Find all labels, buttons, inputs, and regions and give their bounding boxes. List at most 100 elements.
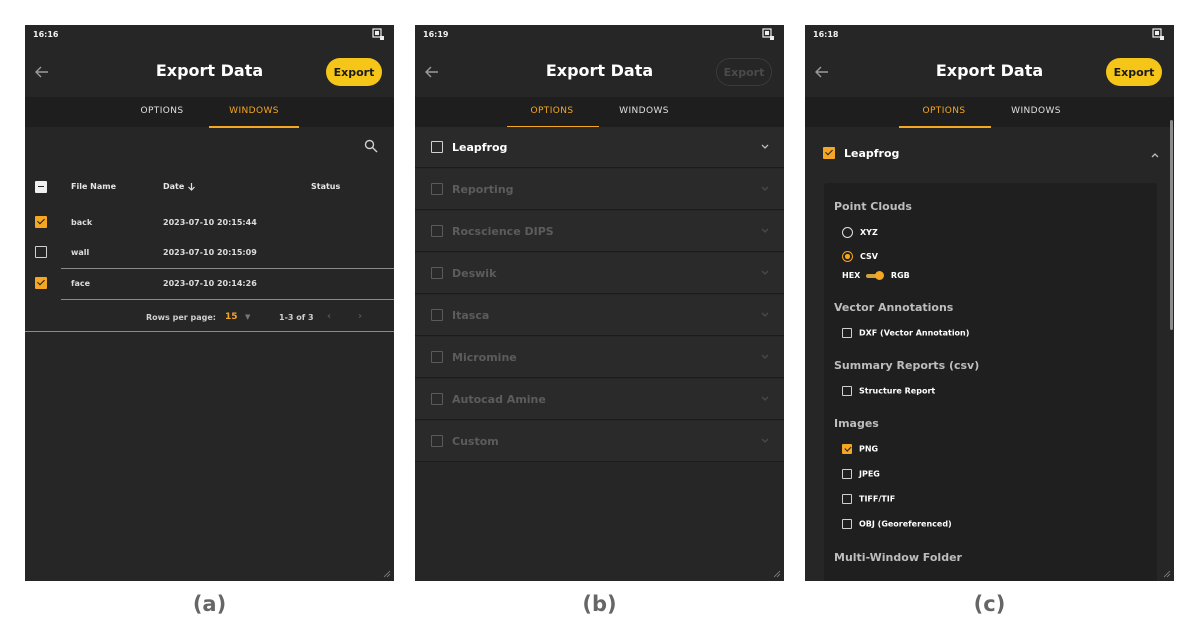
checkbox-jpeg[interactable]: JPEG: [842, 469, 880, 483]
accordion-label: Custom: [452, 435, 499, 448]
autocad-amine-checkbox[interactable]: [431, 393, 443, 405]
checkbox[interactable]: [842, 469, 852, 479]
option-label: DXF (Vector Annotation): [859, 328, 970, 338]
chevron-down-icon[interactable]: ▼: [245, 313, 250, 321]
screenshot-icon: [372, 28, 384, 40]
option-label: OBJ (Georeferenced): [859, 519, 952, 529]
chevron-up-icon[interactable]: [1150, 151, 1160, 159]
header-status[interactable]: Status: [311, 182, 340, 191]
resize-handle-icon[interactable]: [383, 570, 391, 578]
tab-bar: OPTIONS WINDOWS: [415, 97, 784, 128]
row-checkbox[interactable]: [35, 277, 47, 289]
rows-per-page-label: Rows per page:: [146, 313, 216, 322]
color-format-toggle[interactable]: [866, 271, 885, 280]
section-title-point-clouds: Point Clouds: [834, 200, 912, 213]
micromine-checkbox[interactable]: [431, 351, 443, 363]
header-date-label: Date: [163, 182, 185, 191]
chevron-down-icon[interactable]: [760, 437, 770, 445]
pagination-divider: [25, 331, 394, 332]
accordion-autocad-amine[interactable]: Autocad Amine: [415, 379, 784, 420]
accordion-leapfrog[interactable]: Leapfrog: [805, 132, 1174, 174]
radio-xyz[interactable]: XYZ: [842, 227, 878, 241]
option-label: TIFF/TIF: [859, 494, 896, 504]
radio-csv[interactable]: CSV: [842, 251, 878, 265]
chevron-down-icon[interactable]: [760, 311, 770, 319]
custom-checkbox[interactable]: [431, 435, 443, 447]
resize-handle-icon[interactable]: [773, 570, 781, 578]
export-button[interactable]: Export: [1106, 58, 1162, 86]
deswik-checkbox[interactable]: [431, 267, 443, 279]
itasca-checkbox[interactable]: [431, 309, 443, 321]
checkbox-obj[interactable]: OBJ (Georeferenced): [842, 519, 952, 533]
accordion-label: Micromine: [452, 351, 517, 364]
accordion-reporting[interactable]: Reporting: [415, 169, 784, 210]
radio-button[interactable]: [842, 227, 853, 238]
row-file-name: wall: [71, 248, 90, 257]
search-icon[interactable]: [364, 139, 378, 153]
tab-windows[interactable]: WINDOWS: [599, 106, 689, 116]
chevron-down-icon[interactable]: [760, 227, 770, 235]
accordion-leapfrog[interactable]: Leapfrog: [415, 127, 784, 168]
previous-page-icon[interactable]: ‹: [327, 311, 331, 322]
checkbox[interactable]: [842, 386, 852, 396]
table-row[interactable]: back 2023-07-10 20:15:44: [25, 208, 394, 238]
export-button[interactable]: Export: [326, 58, 382, 86]
rows-per-page-select[interactable]: 15: [225, 312, 238, 322]
section-title-vector-annotations: Vector Annotations: [834, 301, 954, 314]
accordion-custom[interactable]: Custom: [415, 421, 784, 462]
row-date: 2023-07-10 20:15:44: [163, 218, 257, 227]
checkbox[interactable]: [842, 328, 852, 338]
active-tab-indicator: [899, 126, 991, 128]
rocscience-dips-checkbox[interactable]: [431, 225, 443, 237]
leapfrog-checkbox[interactable]: [823, 147, 835, 159]
row-file-name: back: [71, 218, 93, 227]
table-header: File Name Date Status: [25, 175, 394, 199]
chevron-down-icon[interactable]: [760, 269, 770, 277]
color-format-toggle-row: HEX RGB: [842, 271, 910, 285]
accordion-micromine[interactable]: Micromine: [415, 337, 784, 378]
toggle-right-label: RGB: [890, 271, 910, 280]
reporting-checkbox[interactable]: [431, 183, 443, 195]
accordion-rocscience-dips[interactable]: Rocscience DIPS: [415, 211, 784, 252]
accordion-deswik[interactable]: Deswik: [415, 253, 784, 294]
chevron-down-icon[interactable]: [760, 353, 770, 361]
table-pagination: Rows per page: 15 ▼ 1-3 of 3 ‹ ›: [25, 308, 394, 332]
section-title-summary-reports: Summary Reports (csv): [834, 359, 980, 372]
table-row[interactable]: face 2023-07-10 20:14:26: [25, 269, 394, 299]
accordion-itasca[interactable]: Itasca: [415, 295, 784, 336]
accordion-label: Leapfrog: [844, 147, 900, 160]
leapfrog-checkbox[interactable]: [431, 141, 443, 153]
tab-options[interactable]: OPTIONS: [507, 106, 597, 116]
chevron-down-icon[interactable]: [760, 395, 770, 403]
checkbox-png[interactable]: PNG: [842, 444, 878, 458]
checkbox-tiff[interactable]: TIFF/TIF: [842, 494, 895, 508]
checkbox[interactable]: [842, 519, 852, 529]
active-tab-indicator: [209, 126, 299, 128]
tab-windows[interactable]: WINDOWS: [991, 106, 1081, 116]
tab-windows[interactable]: WINDOWS: [209, 106, 299, 116]
checkbox-structure-report[interactable]: Structure Report: [842, 386, 935, 400]
resize-handle-icon[interactable]: [1163, 570, 1171, 578]
toggle-left-label: HEX: [842, 271, 861, 280]
row-checkbox[interactable]: [35, 216, 47, 228]
tab-options[interactable]: OPTIONS: [117, 106, 207, 116]
row-checkbox[interactable]: [35, 246, 47, 258]
checkbox[interactable]: [842, 444, 852, 454]
next-page-icon[interactable]: ›: [358, 311, 362, 322]
checkbox-dxf[interactable]: DXF (Vector Annotation): [842, 328, 969, 342]
header-file-name[interactable]: File Name: [71, 182, 116, 191]
header-date[interactable]: Date: [163, 182, 196, 191]
screen-c-options-expanded: 16:18 Export Data Export OPTIONS WINDOWS…: [805, 25, 1174, 581]
screenshot-icon: [1152, 28, 1164, 40]
scrollbar[interactable]: [1170, 120, 1173, 330]
tab-options[interactable]: OPTIONS: [899, 106, 989, 116]
status-bar: 16:19: [415, 25, 784, 47]
chevron-down-icon[interactable]: [760, 143, 770, 151]
radio-button[interactable]: [842, 251, 853, 262]
select-all-checkbox[interactable]: [35, 181, 47, 193]
caption-c: (c): [973, 592, 1006, 616]
chevron-down-icon[interactable]: [760, 185, 770, 193]
checkbox[interactable]: [842, 494, 852, 504]
export-button[interactable]: Export: [716, 58, 772, 86]
table-row[interactable]: wall 2023-07-10 20:15:09: [25, 238, 394, 268]
